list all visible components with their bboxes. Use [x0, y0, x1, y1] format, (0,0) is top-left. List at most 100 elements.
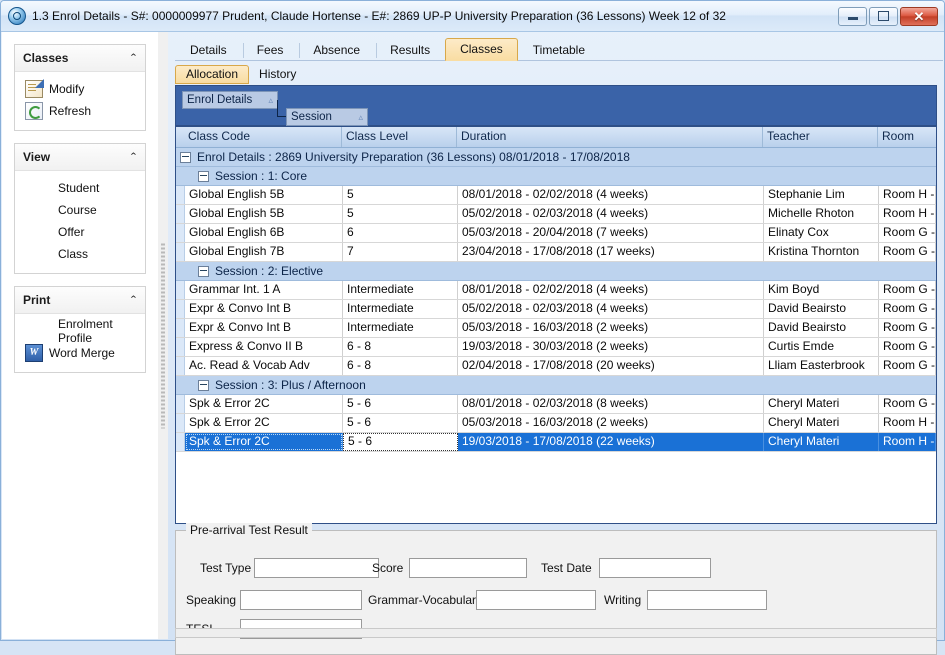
tab-bar: Details Fees Absence Results Classes Tim…: [175, 37, 943, 61]
table-row[interactable]: Spk & Error 2C 5 - 6 08/01/2018 - 02/03/…: [176, 395, 936, 414]
maximize-icon: [878, 11, 889, 21]
group-chip-session[interactable]: Session ▵: [286, 108, 368, 126]
sidebar-item-refresh[interactable]: Refresh: [15, 100, 145, 122]
table-row[interactable]: Expr & Convo Int B Intermediate 05/02/20…: [176, 300, 936, 319]
label-score: Score: [372, 561, 403, 575]
minimize-button[interactable]: [838, 7, 867, 26]
group-row-enrol-details[interactable]: Enrol Details : 2869 University Preparat…: [176, 148, 936, 167]
writing-input[interactable]: [647, 590, 767, 610]
sub-tab-bar: Allocation History: [175, 62, 943, 84]
cell-class-code: Expr & Convo Int B: [185, 300, 343, 318]
group-chip-label: Enrol Details: [187, 94, 252, 106]
tab-absence[interactable]: Absence: [298, 39, 375, 61]
table-row[interactable]: Express & Convo II B 6 - 8 19/03/2018 - …: [176, 338, 936, 357]
cell-class-level: 5 - 6: [343, 414, 458, 432]
panel-body-print: Enrolment Profile W Word Merge: [15, 314, 145, 372]
label-test-type: Test Type: [200, 561, 251, 575]
panel-header-view[interactable]: View ⌃: [15, 144, 145, 171]
cell-duration: 08/01/2018 - 02/02/2018 (4 weeks): [458, 186, 764, 204]
chevron-up-icon[interactable]: ⌃: [129, 295, 137, 304]
table-row[interactable]: Expr & Convo Int B Intermediate 05/03/20…: [176, 319, 936, 338]
group-chip-enrol-details[interactable]: Enrol Details ▵: [182, 91, 278, 109]
sidebar-item-modify[interactable]: Modify: [15, 78, 145, 100]
label-grammar-vocabulary: Grammar-Vocabulary: [368, 593, 482, 607]
sort-ascending-icon[interactable]: ▵: [344, 113, 363, 122]
column-header-class-code[interactable]: Class Code: [184, 127, 342, 147]
score-input[interactable]: [409, 558, 527, 578]
collapse-icon[interactable]: [198, 266, 209, 277]
table-row-selected[interactable]: Spk & Error 2C 5 - 6 19/03/2018 - 17/08/…: [176, 433, 936, 452]
row-indent: [176, 243, 185, 261]
table-row[interactable]: Ac. Read & Vocab Adv 6 - 8 02/04/2018 - …: [176, 357, 936, 376]
cell-class-level[interactable]: 5 - 6: [343, 433, 458, 451]
row-indent: [176, 300, 185, 318]
sidebar-item-label: Modify: [49, 82, 84, 96]
group-box-title: Pre-arrival Test Result: [186, 523, 312, 537]
panel-header-print[interactable]: Print ⌃: [15, 287, 145, 314]
panel-body-classes: Modify Refresh: [15, 72, 145, 130]
table-row[interactable]: Grammar Int. 1 A Intermediate 08/01/2018…: [176, 281, 936, 300]
grammar-vocabulary-input[interactable]: [476, 590, 596, 610]
test-date-input[interactable]: [599, 558, 711, 578]
tab-classes[interactable]: Classes: [445, 38, 518, 61]
table-row[interactable]: Global English 5B 5 05/02/2018 - 02/03/2…: [176, 205, 936, 224]
cell-class-level: 5 - 6: [343, 395, 458, 413]
column-header-room[interactable]: Room: [878, 127, 936, 147]
panel-header-classes[interactable]: Classes ⌃: [15, 45, 145, 72]
column-header-duration[interactable]: Duration: [457, 127, 763, 147]
title-bar: 1.3 Enrol Details - S#: 0000009977 Prude…: [1, 1, 944, 32]
cell-duration: 05/03/2018 - 16/03/2018 (2 weeks): [458, 414, 764, 432]
chevron-up-icon[interactable]: ⌃: [129, 53, 137, 62]
collapse-icon[interactable]: [198, 171, 209, 182]
cell-duration: 02/04/2018 - 17/08/2018 (20 weeks): [458, 357, 764, 375]
test-type-input[interactable]: [254, 558, 379, 578]
subtab-history[interactable]: History: [249, 65, 306, 84]
cell-teacher: Cheryl Materi: [764, 414, 879, 432]
group-row-session-2[interactable]: Session : 2: Elective: [176, 262, 936, 281]
cell-teacher: David Beairsto: [764, 319, 879, 337]
sidebar-item-word-merge[interactable]: W Word Merge: [15, 342, 145, 364]
cell-class-level: 6 - 8: [343, 338, 458, 356]
row-indent: [176, 357, 185, 375]
label-writing: Writing: [604, 593, 641, 607]
window-title: 1.3 Enrol Details - S#: 0000009977 Prude…: [32, 9, 836, 23]
collapse-icon[interactable]: [198, 380, 209, 391]
close-button[interactable]: ✕: [900, 7, 938, 26]
table-row[interactable]: Spk & Error 2C 5 - 6 05/03/2018 - 16/03/…: [176, 414, 936, 433]
sidebar-item-enrolment-profile[interactable]: Enrolment Profile: [15, 320, 145, 342]
cell-teacher: Cheryl Materi: [764, 395, 879, 413]
row-indent: [176, 224, 185, 242]
sidebar-panel-classes: Classes ⌃ Modify Refresh: [14, 44, 146, 131]
subtab-allocation[interactable]: Allocation: [175, 65, 249, 84]
tab-results[interactable]: Results: [375, 39, 445, 61]
table-row[interactable]: Global English 7B 7 23/04/2018 - 17/08/2…: [176, 243, 936, 262]
cell-teacher: Michelle Rhoton: [764, 205, 879, 223]
collapse-icon[interactable]: [180, 152, 191, 163]
row-indent: [176, 281, 185, 299]
chevron-up-icon[interactable]: ⌃: [129, 152, 137, 161]
column-header-class-level[interactable]: Class Level: [342, 127, 457, 147]
sidebar-item-offer[interactable]: Offer: [15, 221, 145, 243]
sidebar-item-student[interactable]: Student: [15, 177, 145, 199]
group-row-session-1[interactable]: Session : 1: Core: [176, 167, 936, 186]
sidebar-item-class[interactable]: Class: [15, 243, 145, 265]
sidebar-item-course[interactable]: Course: [15, 199, 145, 221]
sidebar-splitter[interactable]: [158, 32, 168, 639]
table-row[interactable]: Global English 5B 5 08/01/2018 - 02/02/2…: [176, 186, 936, 205]
column-header-teacher[interactable]: Teacher: [763, 127, 878, 147]
group-row-session-3[interactable]: Session : 3: Plus / Afternoon: [176, 376, 936, 395]
table-row[interactable]: Global English 6B 6 05/03/2018 - 20/04/2…: [176, 224, 936, 243]
sidebar-panel-print: Print ⌃ Enrolment Profile W Word Merge: [14, 286, 146, 373]
tab-fees[interactable]: Fees: [242, 39, 299, 61]
modify-icon: [25, 80, 43, 98]
sort-ascending-icon[interactable]: ▵: [254, 96, 273, 105]
cell-class-level: Intermediate: [343, 319, 458, 337]
sidebar-item-label: Refresh: [49, 104, 91, 118]
speaking-input[interactable]: [240, 590, 362, 610]
tab-timetable[interactable]: Timetable: [518, 39, 600, 61]
maximize-button[interactable]: [869, 7, 898, 26]
cell-teacher: Lliam Easterbrook: [764, 357, 879, 375]
tab-details[interactable]: Details: [175, 39, 242, 61]
panel-title-classes: Classes: [23, 51, 129, 65]
cell-teacher: Cheryl Materi: [764, 433, 879, 451]
